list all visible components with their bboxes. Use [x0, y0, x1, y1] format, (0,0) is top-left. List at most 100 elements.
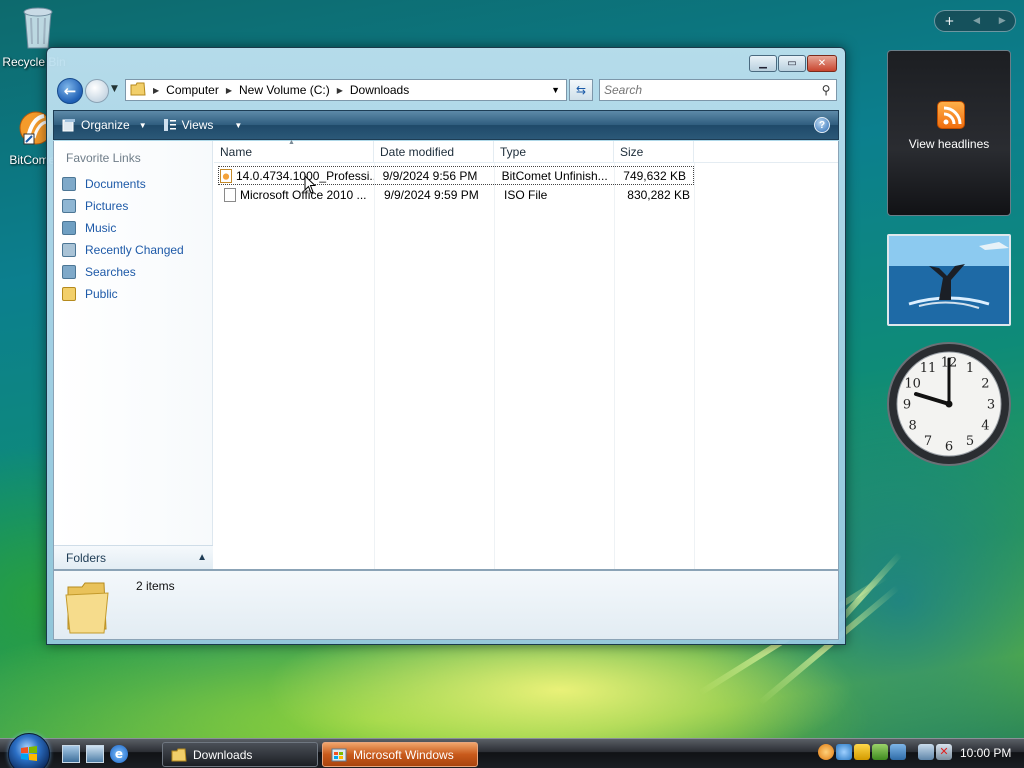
bitcomet-file-icon — [220, 168, 232, 183]
quick-launch: e — [62, 745, 128, 763]
search-input[interactable] — [600, 83, 816, 97]
feed-headlines-gadget[interactable]: View headlines — [887, 50, 1011, 216]
help-button[interactable]: ? — [814, 117, 830, 133]
clock-numeral: 2 — [981, 377, 989, 392]
breadcrumb-computer[interactable]: Computer — [162, 83, 223, 97]
start-button[interactable] — [8, 733, 50, 768]
back-arrow-icon: ← — [63, 82, 77, 100]
column-header-label: Size — [620, 144, 644, 159]
details-pane: 2 items — [53, 570, 839, 640]
next-page-icon[interactable]: ▶ — [999, 16, 1006, 26]
windows-update-tray-icon[interactable] — [872, 744, 888, 760]
window-controls: ▁ ▭ ✕ — [749, 55, 837, 72]
taskbar-clock[interactable]: 10:00 PM — [960, 746, 1011, 760]
clock-numeral: 3 — [987, 398, 995, 413]
favorite-link-label: Pictures — [85, 199, 129, 213]
previous-page-icon[interactable]: ◀ — [973, 16, 980, 26]
column-header-date-modified[interactable]: Date modified — [374, 141, 494, 162]
pictures-icon — [62, 199, 76, 213]
favorite-link-pictures[interactable]: Pictures — [54, 195, 212, 217]
favorite-link-searches[interactable]: Searches — [54, 261, 212, 283]
folders-label: Folders — [66, 550, 107, 565]
breadcrumb-downloads[interactable]: Downloads — [346, 83, 413, 97]
add-gadget-icon[interactable]: + — [944, 14, 954, 28]
views-button[interactable]: Views ▼ — [155, 111, 251, 139]
clock-numeral: 11 — [920, 361, 937, 376]
clock-numeral: 6 — [945, 440, 953, 455]
breadcrumb-separator-icon[interactable]: ▶ — [150, 86, 162, 95]
items-count: 2 items — [136, 579, 175, 593]
search-icon[interactable]: ⚲ — [816, 83, 836, 97]
favorite-link-label: Music — [85, 221, 117, 235]
sidebar-controls: + ◀ ▶ — [934, 10, 1016, 32]
minimize-button[interactable]: ▁ — [749, 55, 777, 72]
mouse-cursor-icon — [304, 175, 317, 194]
clock-gadget[interactable]: 121234567891011 — [886, 341, 1012, 467]
taskbar-button-downloads[interactable]: Downloads — [162, 742, 318, 767]
navigation-bar: ← ▼ ▶ Computer ▶ New Volume (C:) ▶ Downl… — [53, 76, 837, 106]
show-desktop-icon[interactable] — [62, 745, 80, 763]
folder-icon — [126, 82, 150, 99]
help-icon: ? — [818, 119, 826, 131]
forward-button[interactable] — [85, 79, 109, 103]
file-date: 9/9/2024 9:59 PM — [384, 187, 479, 202]
taskbar-button-microsoft-windows[interactable]: Microsoft Windows — [322, 742, 478, 767]
file-row[interactable]: 14.0.4734.1000_Professi... 9/9/2024 9:56… — [218, 166, 694, 185]
refresh-button[interactable]: ⇆ — [569, 79, 593, 101]
internet-explorer-icon[interactable]: e — [110, 745, 128, 763]
address-dropdown-icon[interactable]: ▼ — [545, 85, 566, 95]
close-icon: ✕ — [817, 58, 827, 69]
minimize-icon: ▁ — [759, 58, 767, 69]
folders-toggle[interactable]: Folders ▲ — [54, 545, 213, 569]
view-headlines-link[interactable]: View headlines — [888, 137, 1010, 151]
favorite-link-documents[interactable]: Documents — [54, 173, 212, 195]
network-tray-icon[interactable] — [918, 744, 934, 760]
recycle-bin-icon — [23, 7, 53, 49]
network-globe-tray-icon[interactable] — [836, 744, 852, 760]
column-header-name[interactable]: ▲ Name — [214, 139, 374, 162]
views-label: Views — [181, 118, 214, 132]
search-box[interactable]: ⚲ — [599, 79, 837, 101]
security-shield-tray-icon[interactable] — [854, 744, 870, 760]
file-date: 9/9/2024 9:56 PM — [382, 168, 478, 183]
breadcrumb-separator-icon[interactable]: ▶ — [223, 86, 235, 95]
close-button[interactable]: ✕ — [807, 55, 837, 72]
iso-file-icon — [224, 187, 236, 202]
column-header-type[interactable]: Type — [494, 141, 614, 162]
favorite-link-label: Searches — [85, 265, 136, 279]
bitcomet-tray-icon[interactable] — [818, 744, 834, 760]
analog-clock-face: 121234567891011 — [887, 342, 1011, 466]
taskbar: e Downloads Microsoft Windows ✕ 10:00 PM — [0, 733, 1024, 768]
favorite-link-music[interactable]: Music — [54, 217, 212, 239]
organize-icon — [62, 119, 75, 132]
sort-ascending-icon: ▲ — [288, 139, 295, 146]
tray-app-icon[interactable] — [890, 744, 906, 760]
chevron-down-icon[interactable]: ▼ — [234, 121, 242, 130]
explorer-content: Favorite Links Documents Pictures Music … — [53, 139, 839, 570]
file-type: BitComet Unfinish... — [501, 168, 608, 183]
slideshow-gadget[interactable] — [887, 234, 1011, 326]
favorite-link-label: Documents — [85, 177, 146, 191]
column-header-size[interactable]: Size — [614, 141, 694, 162]
maximize-button[interactable]: ▭ — [778, 55, 806, 72]
favorite-links-list: Documents Pictures Music Recently Change… — [54, 173, 212, 305]
clock-numeral: 10 — [904, 377, 921, 392]
switch-windows-icon[interactable] — [86, 745, 104, 763]
favorite-link-recently-changed[interactable]: Recently Changed — [54, 239, 212, 261]
navigation-pane: Favorite Links Documents Pictures Music … — [54, 141, 213, 569]
chevron-up-icon: ▲ — [197, 552, 207, 563]
clock-numeral: 8 — [908, 419, 916, 434]
recent-pages-dropdown[interactable]: ▼ — [111, 84, 118, 94]
favorite-link-public[interactable]: Public — [54, 283, 212, 305]
organize-button[interactable]: Organize ▼ — [54, 111, 155, 139]
volume-muted-tray-icon[interactable]: ✕ — [936, 744, 952, 760]
views-icon — [163, 119, 176, 131]
breadcrumb-drive[interactable]: New Volume (C:) — [235, 83, 334, 97]
whale-tail-photo — [889, 236, 1009, 324]
back-button[interactable]: ← — [57, 78, 83, 104]
column-header-label: Type — [500, 144, 527, 159]
organize-label: Organize — [81, 118, 130, 132]
breadcrumb-separator-icon[interactable]: ▶ — [334, 86, 346, 95]
windows-setup-icon — [331, 748, 347, 761]
address-bar[interactable]: ▶ Computer ▶ New Volume (C:) ▶ Downloads… — [125, 79, 567, 101]
